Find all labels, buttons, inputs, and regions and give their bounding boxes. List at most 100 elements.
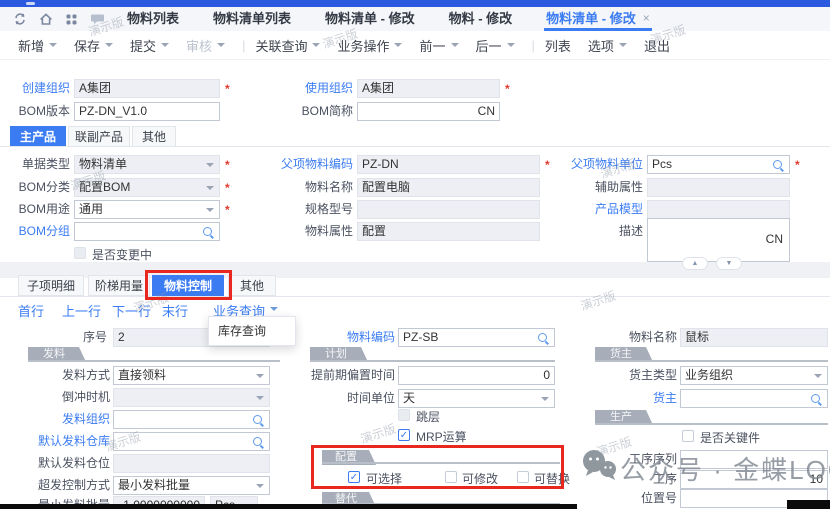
supply-mode-select[interactable]: 直接领料 <box>113 366 270 385</box>
bom-abbr-input[interactable]: CN <box>357 102 500 121</box>
exit-button[interactable]: 退出 <box>644 36 670 55</box>
use-org-label[interactable]: 使用组织 <box>283 79 353 98</box>
create-org-field[interactable]: A集团 <box>74 79 220 98</box>
chat-icon[interactable] <box>90 12 105 26</box>
aux-attr-field[interactable] <box>647 178 790 197</box>
field-value: 业务组织 <box>685 367 823 384</box>
owner-lookup[interactable] <box>680 389 828 408</box>
skip-level-checkbox[interactable] <box>398 409 410 421</box>
owner-label[interactable]: 货主 <box>577 389 677 408</box>
issue-org-label[interactable]: 发料组织 <box>30 410 110 429</box>
options-button[interactable]: 选项 <box>588 36 627 55</box>
search-icon[interactable] <box>203 227 212 236</box>
locale-suffix: CN <box>766 232 783 246</box>
tab-material-edit[interactable]: 物料 - 修改 <box>447 7 515 31</box>
search-icon[interactable] <box>773 160 782 169</box>
last-row-link[interactable]: 末行 <box>162 301 188 320</box>
product-model-label[interactable]: 产品模型 <box>553 200 643 219</box>
home-icon[interactable] <box>39 12 53 26</box>
tab-co-products[interactable]: 联副产品 <box>68 126 130 147</box>
mrp-checkbox[interactable]: ✓ <box>398 429 410 441</box>
parent-code-label[interactable]: 父项物料编码 <box>263 155 353 174</box>
create-org-label[interactable]: 创建组织 <box>0 79 70 98</box>
new-button[interactable]: 新增 <box>18 36 57 55</box>
search-icon[interactable] <box>811 394 820 403</box>
tab-step-usage[interactable]: 阶梯用量 <box>88 275 150 296</box>
apps-icon[interactable] <box>65 13 78 26</box>
save-button[interactable]: 保存 <box>74 36 113 55</box>
default-warehouse-label[interactable]: 默认发料仓库 <box>30 432 110 451</box>
tab-child-detail[interactable]: 子项明细 <box>18 275 84 296</box>
tab-bom-edit-active[interactable]: 物料清单 - 修改× <box>544 7 652 31</box>
parent-unit-lookup[interactable]: Pcs <box>647 155 790 174</box>
operation-input[interactable]: 10 <box>680 470 828 489</box>
tab-other-lower[interactable]: 其他 <box>228 275 276 296</box>
tab-label: 物料清单 - 修改 <box>325 8 415 27</box>
selectable-label: 可选择 <box>366 470 416 489</box>
item-code-lookup[interactable]: PZ-SB <box>398 328 555 347</box>
doc-type-select[interactable]: 物料清单 <box>74 155 220 174</box>
item-code-label[interactable]: 物料编码 <box>305 328 395 347</box>
close-icon[interactable]: × <box>643 11 650 25</box>
replaceable-checkbox[interactable] <box>517 471 529 483</box>
backflush-select <box>113 388 270 407</box>
collapse-down-button[interactable]: ▼ <box>716 257 742 270</box>
owner-type-select[interactable]: 业务组织 <box>680 366 828 385</box>
over-issue-ctrl-select[interactable]: 最小发料批量 <box>113 476 270 495</box>
list-button[interactable]: 列表 <box>545 36 571 55</box>
sync-icon[interactable] <box>13 12 27 26</box>
check-icon: ✓ <box>350 472 358 483</box>
related-query-button[interactable]: 关联查询 <box>255 36 320 55</box>
tab-bom-edit-1[interactable]: 物料清单 - 修改 <box>323 7 417 31</box>
search-icon[interactable] <box>538 333 547 342</box>
bom-usage-select[interactable]: 通用 <box>74 200 220 219</box>
biz-operation-button[interactable]: 业务操作 <box>337 36 402 55</box>
bom-version-input[interactable]: PZ-DN_V1.0 <box>74 102 220 121</box>
search-icon[interactable] <box>253 437 262 446</box>
changing-checkbox[interactable] <box>74 247 86 259</box>
spec-model-field[interactable] <box>357 200 540 219</box>
bom-class-select[interactable]: 配置BOM <box>74 178 220 197</box>
bom-group-lookup[interactable] <box>74 222 220 241</box>
field-value: 配置 <box>362 223 535 240</box>
time-unit-select[interactable]: 天 <box>398 389 555 408</box>
tab-bom-list[interactable]: 物料清单列表 <box>211 7 293 31</box>
tab-material-control[interactable]: 物料控制 <box>152 275 224 296</box>
next-button[interactable]: 后一 <box>476 36 515 55</box>
op-sequence-input[interactable] <box>680 450 828 469</box>
bom-group-label[interactable]: BOM分组 <box>0 222 70 241</box>
tab-main-product[interactable]: 主产品 <box>10 126 66 147</box>
product-model-field[interactable] <box>647 200 790 219</box>
locale-suffix: CN <box>362 103 495 120</box>
material-attr-field[interactable]: 配置 <box>357 222 540 241</box>
required-mark: * <box>225 203 230 217</box>
collapse-up-button[interactable]: ▲ <box>682 257 708 270</box>
submit-button[interactable]: 提交 <box>130 36 169 55</box>
parent-code-field[interactable]: PZ-DN <box>357 155 540 174</box>
modifiable-checkbox[interactable] <box>445 471 457 483</box>
prev-row-link[interactable]: 上一行 <box>62 301 101 320</box>
backflush-label: 倒冲时机 <box>30 388 110 407</box>
issue-org-lookup[interactable] <box>113 410 270 429</box>
menu-item-inventory-query[interactable]: 库存查询 <box>209 317 295 345</box>
field-value: 配置电脑 <box>362 179 535 196</box>
first-row-link[interactable]: 首行 <box>18 301 44 320</box>
default-warehouse-lookup[interactable] <box>113 432 270 451</box>
selectable-checkbox[interactable]: ✓ <box>348 471 360 483</box>
tab-other-upper[interactable]: 其他 <box>132 126 176 147</box>
lead-offset-input[interactable]: 0 <box>398 366 555 385</box>
caret-down-icon[interactable] <box>270 307 278 311</box>
material-name-field[interactable]: 配置电脑 <box>357 178 540 197</box>
window-top-strip <box>0 0 830 7</box>
next-row-link[interactable]: 下一行 <box>112 301 151 320</box>
item-name-field[interactable]: 鼠标 <box>680 328 828 347</box>
search-icon[interactable] <box>253 415 262 424</box>
use-org-field[interactable]: A集团 <box>357 79 500 98</box>
previous-button[interactable]: 前一 <box>419 36 458 55</box>
tab-material-list[interactable]: 物料列表 <box>125 7 181 31</box>
parent-unit-label[interactable]: 父项物料单位 <box>553 155 643 174</box>
button-label: 审核 <box>186 36 212 55</box>
description-textarea[interactable]: CN <box>647 218 790 262</box>
key-part-checkbox[interactable] <box>682 430 694 442</box>
description-label: 描述 <box>553 222 643 241</box>
